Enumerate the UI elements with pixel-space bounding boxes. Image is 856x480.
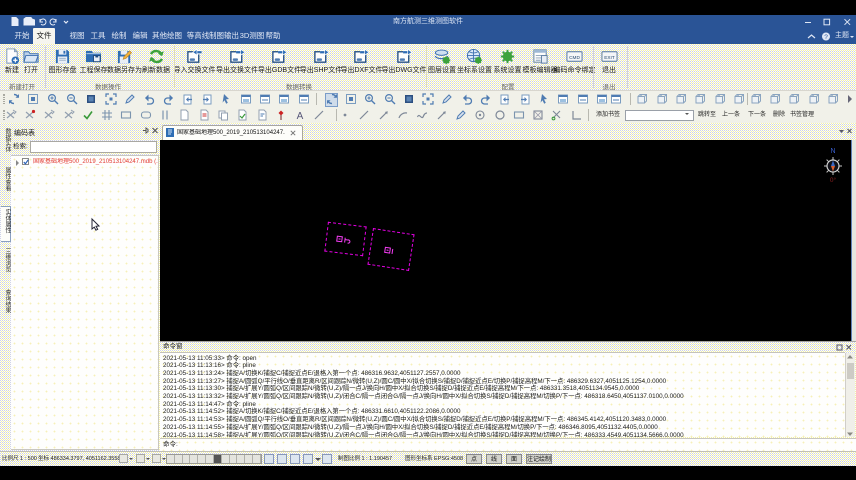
svg-text:?: ?: [824, 34, 828, 41]
